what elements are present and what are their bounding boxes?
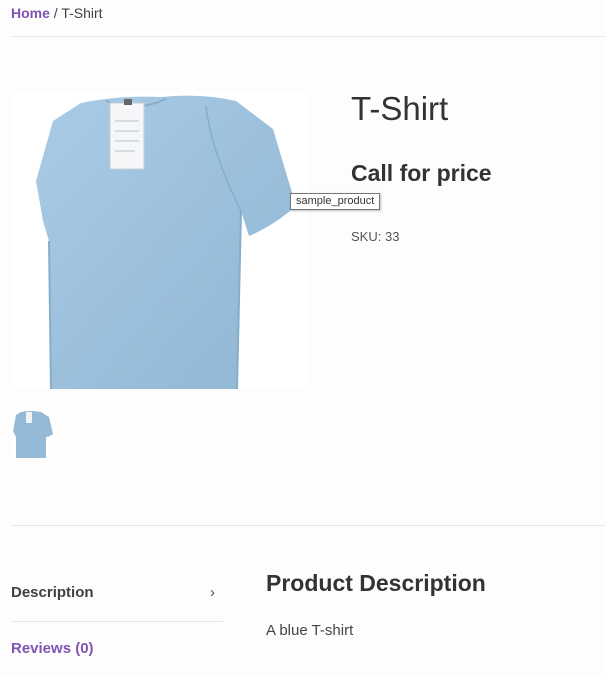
product-main-image[interactable] bbox=[11, 91, 308, 389]
product-price: Call for price bbox=[351, 160, 492, 186]
panel-text: A blue T-shirt bbox=[266, 622, 354, 639]
tshirt-image bbox=[36, 95, 296, 389]
breadcrumb-home-link[interactable]: Home bbox=[11, 5, 50, 21]
breadcrumb: Home / T-Shirt bbox=[11, 5, 103, 21]
top-divider bbox=[11, 36, 605, 37]
product-thumbnail[interactable] bbox=[11, 409, 54, 458]
tab-reviews[interactable]: Reviews (0) bbox=[11, 622, 223, 677]
sku-label: SKU: bbox=[351, 229, 382, 244]
section-divider bbox=[11, 525, 605, 526]
tab-description-label: Description bbox=[11, 584, 94, 601]
chevron-right-icon: › bbox=[210, 584, 215, 601]
product-sku: SKU: 33 bbox=[351, 229, 399, 244]
tab-description[interactable]: Description › bbox=[11, 566, 223, 622]
sku-value: 33 bbox=[384, 229, 400, 244]
product-title: T-Shirt bbox=[351, 90, 449, 127]
panel-title: Product Description bbox=[266, 570, 486, 596]
breadcrumb-separator: / bbox=[49, 5, 62, 21]
tshirt-thumbnail-image bbox=[13, 411, 53, 458]
tab-reviews-label: Reviews (0) bbox=[11, 640, 94, 657]
tooltip: sample_product bbox=[290, 193, 381, 210]
product-tabs: Description › Reviews (0) bbox=[11, 566, 223, 677]
breadcrumb-current: T-Shirt bbox=[61, 5, 103, 21]
